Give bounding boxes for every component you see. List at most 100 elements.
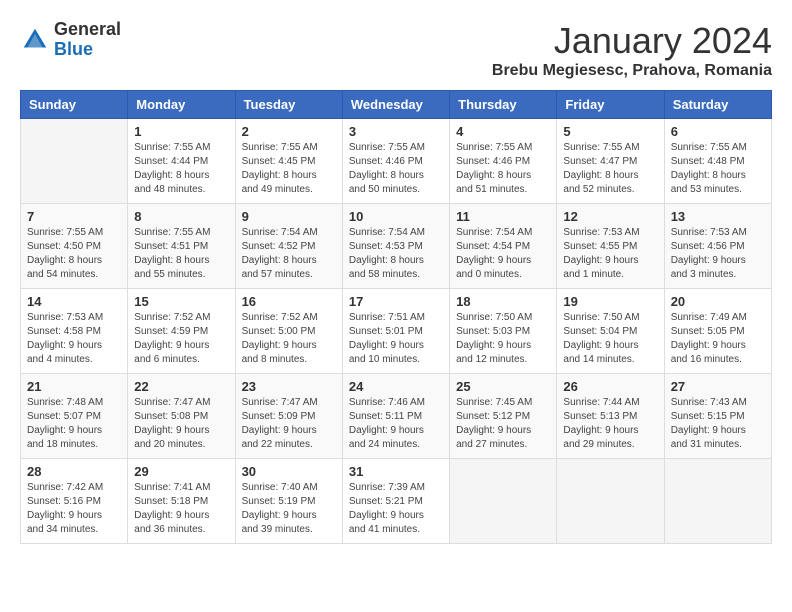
calendar-cell: 20 Sunrise: 7:49 AMSunset: 5:05 PMDayligh… — [664, 289, 771, 374]
day-number: 25 — [456, 379, 550, 394]
day-number: 2 — [242, 124, 336, 139]
day-info: Sunrise: 7:55 AMSunset: 4:51 PMDaylight:… — [134, 226, 228, 282]
calendar-header-tuesday: Tuesday — [235, 91, 342, 119]
calendar-cell: 23Sunrise: 7:47 AMSunset: 5:09 PMDayligh… — [235, 374, 342, 459]
day-number: 28 — [27, 464, 121, 479]
day-number: 6 — [671, 124, 765, 139]
day-info: Sunrise: 7:52 AMSunset: 5:00 PMDaylight:… — [242, 311, 336, 367]
calendar-cell: 30 Sunrise: 7:40 AMSunset: 5:19 PMDayligh… — [235, 459, 342, 544]
day-number: 3 — [349, 124, 443, 139]
calendar-week-row-5: 28 Sunrise: 7:42 AMSunset: 5:16 PMDayligh… — [21, 459, 772, 544]
calendar-cell: 12Sunrise: 7:53 AMSunset: 4:55 PMDayligh… — [557, 204, 664, 289]
calendar-cell — [664, 459, 771, 544]
day-number: 8 — [134, 209, 228, 224]
calendar-cell: 22 Sunrise: 7:47 AMSunset: 5:08 PMDayligh… — [128, 374, 235, 459]
day-info: Sunrise: 7:52 AMSunset: 4:59 PMDaylight:… — [134, 311, 228, 367]
day-info: Sunrise: 7:53 AMSunset: 4:58 PMDaylight:… — [27, 311, 121, 367]
calendar-week-row-2: 7 Sunrise: 7:55 AMSunset: 4:50 PMDaylight… — [21, 204, 772, 289]
day-number: 9 — [242, 209, 336, 224]
day-number: 30 — [242, 464, 336, 479]
calendar-table: SundayMondayTuesdayWednesdayThursdayFrid… — [20, 90, 772, 544]
calendar-cell: 4 Sunrise: 7:55 AMSunset: 4:46 PMDaylight… — [450, 119, 557, 204]
calendar-cell: 10 Sunrise: 7:54 AMSunset: 4:53 PMDayligh… — [342, 204, 449, 289]
day-info: Sunrise: 7:55 AMSunset: 4:46 PMDaylight:… — [349, 141, 443, 197]
day-number: 20 — [671, 294, 765, 309]
day-number: 27 — [671, 379, 765, 394]
day-info: Sunrise: 7:41 AMSunset: 5:18 PMDaylight:… — [134, 481, 228, 537]
calendar-week-row-3: 14 Sunrise: 7:53 AMSunset: 4:58 PMDayligh… — [21, 289, 772, 374]
calendar-cell: 26 Sunrise: 7:44 AMSunset: 5:13 PMDayligh… — [557, 374, 664, 459]
day-info: Sunrise: 7:51 AMSunset: 5:01 PMDaylight:… — [349, 311, 443, 367]
day-number: 10 — [349, 209, 443, 224]
day-info: Sunrise: 7:53 AMSunset: 4:56 PMDaylight:… — [671, 226, 765, 282]
calendar-header-friday: Friday — [557, 91, 664, 119]
logo: General Blue — [20, 20, 121, 60]
day-info: Sunrise: 7:46 AMSunset: 5:11 PMDaylight:… — [349, 396, 443, 452]
calendar-header-sunday: Sunday — [21, 91, 128, 119]
day-info: Sunrise: 7:39 AMSunset: 5:21 PMDaylight:… — [349, 481, 443, 537]
day-info: Sunrise: 7:49 AMSunset: 5:05 PMDaylight:… — [671, 311, 765, 367]
day-number: 17 — [349, 294, 443, 309]
calendar-cell: 1 Sunrise: 7:55 AMSunset: 4:44 PMDaylight… — [128, 119, 235, 204]
day-number: 23 — [242, 379, 336, 394]
day-number: 26 — [563, 379, 657, 394]
day-number: 22 — [134, 379, 228, 394]
calendar-cell: 19 Sunrise: 7:50 AMSunset: 5:04 PMDayligh… — [557, 289, 664, 374]
logo-icon — [20, 25, 50, 55]
calendar-cell: 2 Sunrise: 7:55 AMSunset: 4:45 PMDaylight… — [235, 119, 342, 204]
day-info: Sunrise: 7:55 AMSunset: 4:46 PMDaylight:… — [456, 141, 550, 197]
calendar-cell: 24Sunrise: 7:46 AMSunset: 5:11 PMDayligh… — [342, 374, 449, 459]
day-info: Sunrise: 7:54 AMSunset: 4:54 PMDaylight:… — [456, 226, 550, 282]
day-info: Sunrise: 7:55 AMSunset: 4:45 PMDaylight:… — [242, 141, 336, 197]
calendar-cell — [21, 119, 128, 204]
calendar-cell: 15 Sunrise: 7:52 AMSunset: 4:59 PMDayligh… — [128, 289, 235, 374]
day-number: 14 — [27, 294, 121, 309]
calendar-cell: 8 Sunrise: 7:55 AMSunset: 4:51 PMDaylight… — [128, 204, 235, 289]
day-info: Sunrise: 7:44 AMSunset: 5:13 PMDaylight:… — [563, 396, 657, 452]
logo-blue-text: Blue — [54, 40, 121, 60]
page-title: January 2024 — [492, 20, 772, 62]
day-info: Sunrise: 7:53 AMSunset: 4:55 PMDaylight:… — [563, 226, 657, 282]
day-number: 31 — [349, 464, 443, 479]
calendar-week-row-1: 1 Sunrise: 7:55 AMSunset: 4:44 PMDaylight… — [21, 119, 772, 204]
calendar-cell: 6 Sunrise: 7:55 AMSunset: 4:48 PMDaylight… — [664, 119, 771, 204]
day-info: Sunrise: 7:47 AMSunset: 5:08 PMDaylight:… — [134, 396, 228, 452]
calendar-cell: 5Sunrise: 7:55 AMSunset: 4:47 PMDaylight… — [557, 119, 664, 204]
calendar-cell: 17 Sunrise: 7:51 AMSunset: 5:01 PMDayligh… — [342, 289, 449, 374]
calendar-cell: 27 Sunrise: 7:43 AMSunset: 5:15 PMDayligh… — [664, 374, 771, 459]
calendar-header-row: SundayMondayTuesdayWednesdayThursdayFrid… — [21, 91, 772, 119]
day-number: 19 — [563, 294, 657, 309]
day-info: Sunrise: 7:43 AMSunset: 5:15 PMDaylight:… — [671, 396, 765, 452]
day-number: 21 — [27, 379, 121, 394]
day-number: 5 — [563, 124, 657, 139]
title-section: January 2024 Brebu Megiesesc, Prahova, R… — [492, 20, 772, 80]
calendar-header-saturday: Saturday — [664, 91, 771, 119]
calendar-cell: 13Sunrise: 7:53 AMSunset: 4:56 PMDayligh… — [664, 204, 771, 289]
page-subtitle: Brebu Megiesesc, Prahova, Romania — [492, 62, 772, 80]
calendar-cell: 9 Sunrise: 7:54 AMSunset: 4:52 PMDaylight… — [235, 204, 342, 289]
day-info: Sunrise: 7:54 AMSunset: 4:53 PMDaylight:… — [349, 226, 443, 282]
day-info: Sunrise: 7:54 AMSunset: 4:52 PMDaylight:… — [242, 226, 336, 282]
day-info: Sunrise: 7:55 AMSunset: 4:48 PMDaylight:… — [671, 141, 765, 197]
calendar-cell: 16 Sunrise: 7:52 AMSunset: 5:00 PMDayligh… — [235, 289, 342, 374]
calendar-cell: 3 Sunrise: 7:55 AMSunset: 4:46 PMDaylight… — [342, 119, 449, 204]
page-header: General Blue January 2024 Brebu Megieses… — [20, 20, 772, 80]
day-info: Sunrise: 7:55 AMSunset: 4:44 PMDaylight:… — [134, 141, 228, 197]
calendar-cell: 29Sunrise: 7:41 AMSunset: 5:18 PMDayligh… — [128, 459, 235, 544]
day-number: 11 — [456, 209, 550, 224]
calendar-cell — [450, 459, 557, 544]
calendar-header-monday: Monday — [128, 91, 235, 119]
calendar-cell: 28 Sunrise: 7:42 AMSunset: 5:16 PMDayligh… — [21, 459, 128, 544]
day-info: Sunrise: 7:42 AMSunset: 5:16 PMDaylight:… — [27, 481, 121, 537]
day-info: Sunrise: 7:55 AMSunset: 4:50 PMDaylight:… — [27, 226, 121, 282]
day-info: Sunrise: 7:50 AMSunset: 5:03 PMDaylight:… — [456, 311, 550, 367]
day-info: Sunrise: 7:48 AMSunset: 5:07 PMDaylight:… — [27, 396, 121, 452]
day-number: 15 — [134, 294, 228, 309]
day-info: Sunrise: 7:40 AMSunset: 5:19 PMDaylight:… — [242, 481, 336, 537]
day-number: 4 — [456, 124, 550, 139]
day-info: Sunrise: 7:50 AMSunset: 5:04 PMDaylight:… — [563, 311, 657, 367]
day-number: 1 — [134, 124, 228, 139]
day-number: 16 — [242, 294, 336, 309]
calendar-cell: 31 Sunrise: 7:39 AMSunset: 5:21 PMDayligh… — [342, 459, 449, 544]
day-number: 7 — [27, 209, 121, 224]
